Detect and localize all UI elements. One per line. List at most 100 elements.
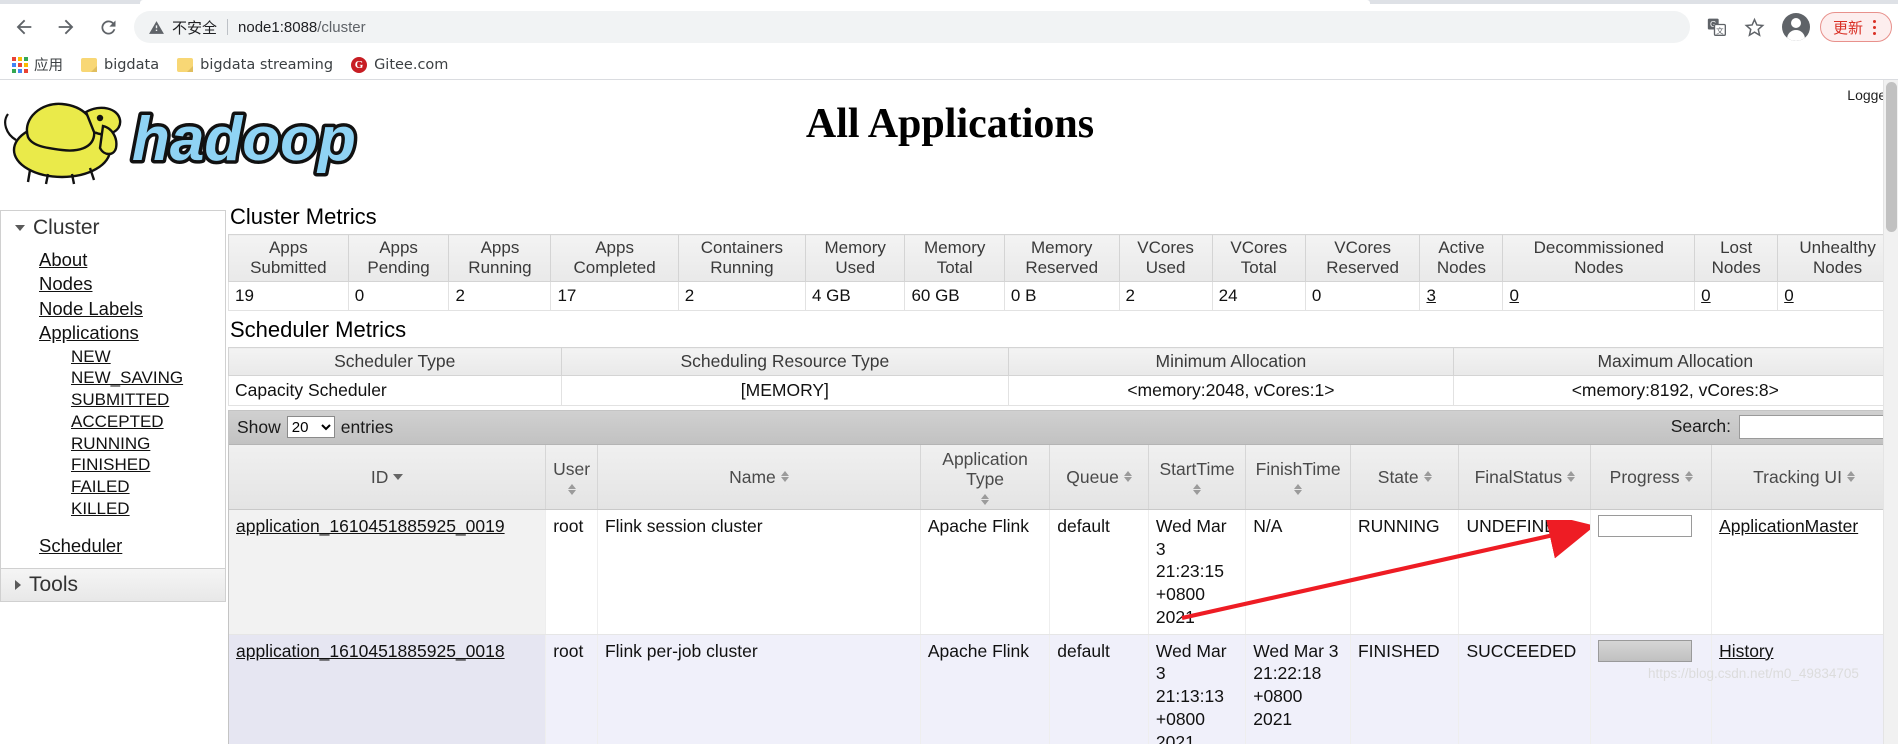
application-id-link[interactable]: application_1610451885925_0018 [236,641,505,661]
gitee-favicon: G [351,56,368,73]
kebab-menu-icon[interactable] [1863,12,1885,42]
page-length-select[interactable]: 2050100 [286,416,335,439]
sidebar-item-state-new-saving[interactable]: NEW_SAVING [1,367,183,389]
cluster-metrics-table: Apps Submitted Apps Pending Apps Running Apps C… [228,233,1898,312]
cluster-metric-value-14[interactable]: 0 [1777,281,1898,312]
browser-chrome: 不安全 node1:8088/cluster G 文 更新 应用 bigdata… [0,0,1898,80]
applications-column-header-queue[interactable]: Queue [1049,444,1149,510]
address-bar[interactable]: 不安全 node1:8088/cluster [134,11,1690,43]
cluster-metrics-title: Cluster Metrics [230,204,377,229]
scheduler-metric-value-0: Capacity Scheduler [228,374,562,406]
metric-header-line2: Nodes [1813,258,1863,278]
chevron-right-icon [15,580,21,591]
sidebar-group-tools[interactable]: Tools [0,568,226,603]
cell-final-status: UNDEFINED [1458,509,1592,635]
page-title: All Applications [805,101,1095,147]
cluster-metric-value-12[interactable]: 0 [1502,281,1696,312]
reload-icon[interactable] [90,9,126,45]
sidebar-item-state-failed[interactable]: FAILED [1,476,130,498]
bookmark-label: Gitee.com [374,56,449,73]
sort-toggle-icon [1423,471,1432,483]
applications-column-header-application-type[interactable]: Application Type [920,444,1051,510]
scheduler-metric-value-1: [MEMORY] [560,374,1010,406]
metric-header-line2: Used [835,258,876,278]
sort-toggle-icon [1193,483,1202,495]
hadoop-logo[interactable]: hadoop hadoop [0,82,370,187]
metric-value-link[interactable]: 3 [1426,286,1435,305]
cell-state: RUNNING [1350,509,1460,635]
metric-header-line1: Containers [700,238,783,257]
sidebar-item-nodes[interactable]: Nodes [1,272,92,296]
sidebar-item-state-new[interactable]: NEW [1,346,111,368]
cell-id[interactable]: application_1610451885925_0019 [229,509,547,635]
metric-value-link[interactable]: 0 [1509,286,1518,305]
applications-column-header-state[interactable]: State [1350,444,1460,510]
star-icon[interactable] [1738,10,1772,44]
sidebar-item-state-accepted[interactable]: ACCEPTED [1,411,164,433]
applications-column-header-finalstatus[interactable]: FinalStatus [1458,444,1592,510]
metric-value-link[interactable]: 0 [1784,286,1793,305]
sort-descending-icon [393,473,404,480]
tracking-ui-link[interactable]: History [1719,641,1773,661]
sidebar-item-state-finished[interactable]: FINISHED [1,454,150,476]
cluster-metric-header-1: Apps Pending [347,233,450,283]
cluster-metric-value-13[interactable]: 0 [1694,281,1779,312]
update-button[interactable]: 更新 [1819,12,1892,42]
bookmark-label: bigdata streaming [200,56,334,73]
bookmark-apps[interactable]: 应用 [6,53,69,77]
sidebar-item-state-running[interactable]: RUNNING [1,433,150,455]
sidebar-item-scheduler[interactable]: Scheduler [1,534,122,558]
cluster-metric-value-10: 0 [1304,281,1421,312]
profile-avatar-icon[interactable] [1781,13,1810,41]
sidebar-item-applications[interactable]: Applications [1,321,139,345]
cluster-metric-value-11[interactable]: 3 [1419,281,1504,312]
sidebar-item-about[interactable]: About [1,248,87,272]
bookmark-bigdata[interactable]: bigdata [75,53,165,77]
sidebar-item-node-labels[interactable]: Node Labels [1,297,143,321]
search-input[interactable] [1739,414,1889,439]
applications-column-header-finishtime[interactable]: FinishTime [1245,444,1351,510]
svg-text:hadoop: hadoop [132,105,356,174]
metric-value-link[interactable]: 0 [1701,286,1710,305]
update-button-label: 更新 [1832,18,1863,37]
applications-column-header-id[interactable]: ID [229,444,547,510]
bookmark-gitee[interactable]: G Gitee.com [345,53,454,77]
cell-final-status: SUCCEEDED [1458,634,1592,744]
tracking-ui-link[interactable]: ApplicationMaster [1719,516,1858,536]
applications-datatable: Show 2050100 entries Search: ID User Name A… [228,409,1898,744]
svg-text:文: 文 [1716,25,1724,35]
cluster-metric-header-9: VCores Total [1211,233,1306,283]
sort-toggle-icon [1294,483,1303,495]
translate-icon[interactable]: G 文 [1700,10,1734,44]
page-scrollbar[interactable] [1883,80,1898,744]
applications-column-header-name[interactable]: Name [597,444,921,510]
folder-icon [177,57,194,72]
applications-column-header-user[interactable]: User [545,444,598,510]
application-id-link[interactable]: application_1610451885925_0019 [236,516,505,536]
sidebar-item-state-killed[interactable]: KILLED [1,498,130,520]
cell-id[interactable]: application_1610451885925_0018 [229,634,547,744]
scheduler-metric-value-2: <memory:2048, vCores:1> [1008,374,1454,406]
sidebar-group-cluster[interactable]: Cluster [0,210,226,244]
url-path: /cluster [317,18,366,36]
cluster-metric-header-13: Lost Nodes [1694,233,1779,283]
cell-tracking-ui[interactable]: History [1711,634,1897,744]
cell-progress [1590,634,1713,744]
page-scrollbar-thumb[interactable] [1886,82,1897,232]
cluster-metric-value-8: 2 [1118,281,1213,312]
metric-header-line1: Apps [268,238,308,257]
forward-arrow-icon[interactable] [48,9,84,45]
column-header-label: FinishTime [1255,458,1341,479]
metric-header-line2: Nodes [1574,258,1624,278]
scheduler-metrics-title: Scheduler Metrics [230,317,407,343]
metric-header-line2: Pending [367,258,430,278]
applications-column-header-progress[interactable]: Progress [1590,444,1713,510]
applications-header-row: ID User Name Application Type Queue StartTime… [229,444,1897,510]
back-arrow-icon[interactable] [6,9,42,45]
bookmark-bigdata-streaming[interactable]: bigdata streaming [171,53,339,77]
cluster-metric-value-6: 60 GB [904,281,1005,312]
sidebar-item-state-submitted[interactable]: SUBMITTED [1,389,169,411]
applications-column-header-starttime[interactable]: StartTime [1148,444,1247,510]
cell-tracking-ui[interactable]: ApplicationMaster [1711,509,1897,635]
applications-column-header-tracking-ui[interactable]: Tracking UI [1711,444,1897,510]
